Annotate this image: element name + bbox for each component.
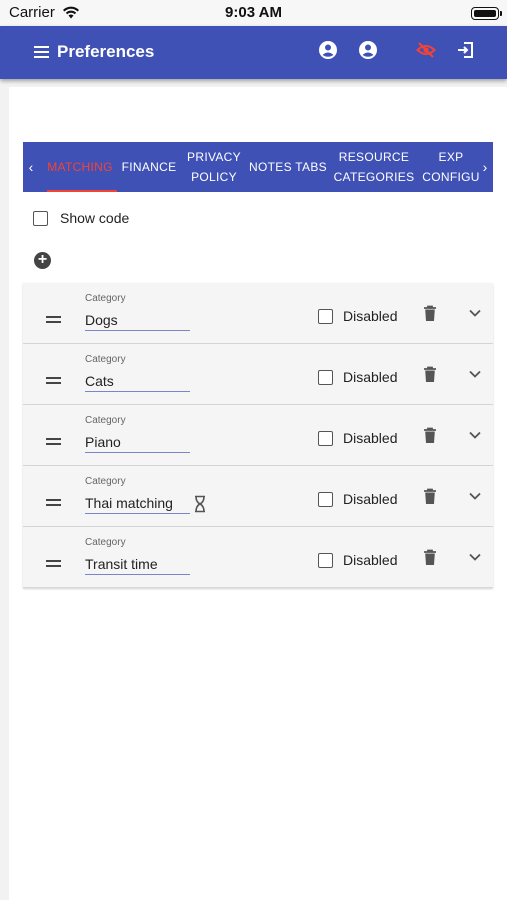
add-category-button[interactable]: + <box>34 252 51 269</box>
tab-privacy-policy[interactable]: PRIVACY POLICY <box>183 142 245 192</box>
disabled-label: Disabled <box>343 491 398 507</box>
show-code-label: Show code <box>60 210 130 226</box>
category-field-label: Category <box>85 476 126 487</box>
category-field-label: Category <box>85 537 126 548</box>
drag-handle-icon[interactable] <box>46 438 61 445</box>
tab-notes-tabs[interactable]: NOTES TABS <box>249 142 327 192</box>
tab-matching[interactable]: MATCHING <box>43 142 117 192</box>
chevron-down-icon[interactable] <box>468 367 482 381</box>
delete-icon[interactable] <box>423 488 437 505</box>
show-code-checkbox[interactable] <box>33 211 48 226</box>
menu-icon[interactable] <box>34 46 49 58</box>
category-row: Category Cats Disabled <box>23 344 493 405</box>
disabled-checkbox[interactable] <box>318 553 333 568</box>
tab-finance[interactable]: FINANCE <box>119 142 179 192</box>
category-row: Category Piano Disabled <box>23 405 493 466</box>
category-input[interactable]: Dogs <box>85 309 190 331</box>
category-field-label: Category <box>85 415 126 426</box>
tab-scroll-left-icon[interactable]: ‹ <box>23 142 39 192</box>
battery-icon <box>471 7 502 20</box>
category-row: Category Thai matching Disabled <box>23 466 493 527</box>
disabled-checkbox[interactable] <box>318 370 333 385</box>
category-input[interactable]: Cats <box>85 370 190 392</box>
disabled-checkbox[interactable] <box>318 431 333 446</box>
tab-exp-configu[interactable]: EXP CONFIGU <box>421 142 481 192</box>
delete-icon[interactable] <box>423 366 437 383</box>
disabled-label: Disabled <box>343 369 398 385</box>
chevron-down-icon[interactable] <box>468 489 482 503</box>
app-bar: Preferences <box>0 26 507 79</box>
category-row: Category Transit time Disabled <box>23 527 493 588</box>
disabled-checkbox[interactable] <box>318 492 333 507</box>
page-title: Preferences <box>57 42 155 61</box>
drag-handle-icon[interactable] <box>46 499 61 506</box>
tab-scroll-right-icon[interactable]: › <box>477 142 493 192</box>
exit-icon[interactable] <box>456 40 476 60</box>
delete-icon[interactable] <box>423 305 437 322</box>
drag-handle-icon[interactable] <box>46 316 61 323</box>
account-circle-icon[interactable] <box>318 40 338 60</box>
category-input[interactable]: Transit time <box>85 553 190 575</box>
category-field-label: Category <box>85 354 126 365</box>
hourglass-icon <box>195 495 205 513</box>
disabled-checkbox[interactable] <box>318 309 333 324</box>
chevron-down-icon[interactable] <box>468 306 482 320</box>
disabled-label: Disabled <box>343 552 398 568</box>
category-row: Category Dogs Disabled <box>23 283 493 344</box>
category-input[interactable]: Piano <box>85 431 190 453</box>
drag-handle-icon[interactable] <box>46 560 61 567</box>
account-circle-icon[interactable] <box>358 40 378 60</box>
category-field-label: Category <box>85 293 126 304</box>
active-tab-indicator <box>47 190 117 192</box>
category-input[interactable]: Thai matching <box>85 492 190 514</box>
chevron-down-icon[interactable] <box>468 550 482 564</box>
disabled-label: Disabled <box>343 430 398 446</box>
clock: 9:03 AM <box>225 4 282 21</box>
disabled-label: Disabled <box>343 308 398 324</box>
status-bar: Carrier 9:03 AM <box>0 0 507 26</box>
eye-off-icon[interactable] <box>416 40 436 60</box>
delete-icon[interactable] <box>423 427 437 444</box>
delete-icon[interactable] <box>423 549 437 566</box>
chevron-down-icon[interactable] <box>468 428 482 442</box>
tab-resource-categories[interactable]: RESOURCE CATEGORIES <box>333 142 415 192</box>
tab-bar: ‹ MATCHING FINANCE PRIVACY POLICY NOTES … <box>23 142 493 192</box>
drag-handle-icon[interactable] <box>46 377 61 384</box>
